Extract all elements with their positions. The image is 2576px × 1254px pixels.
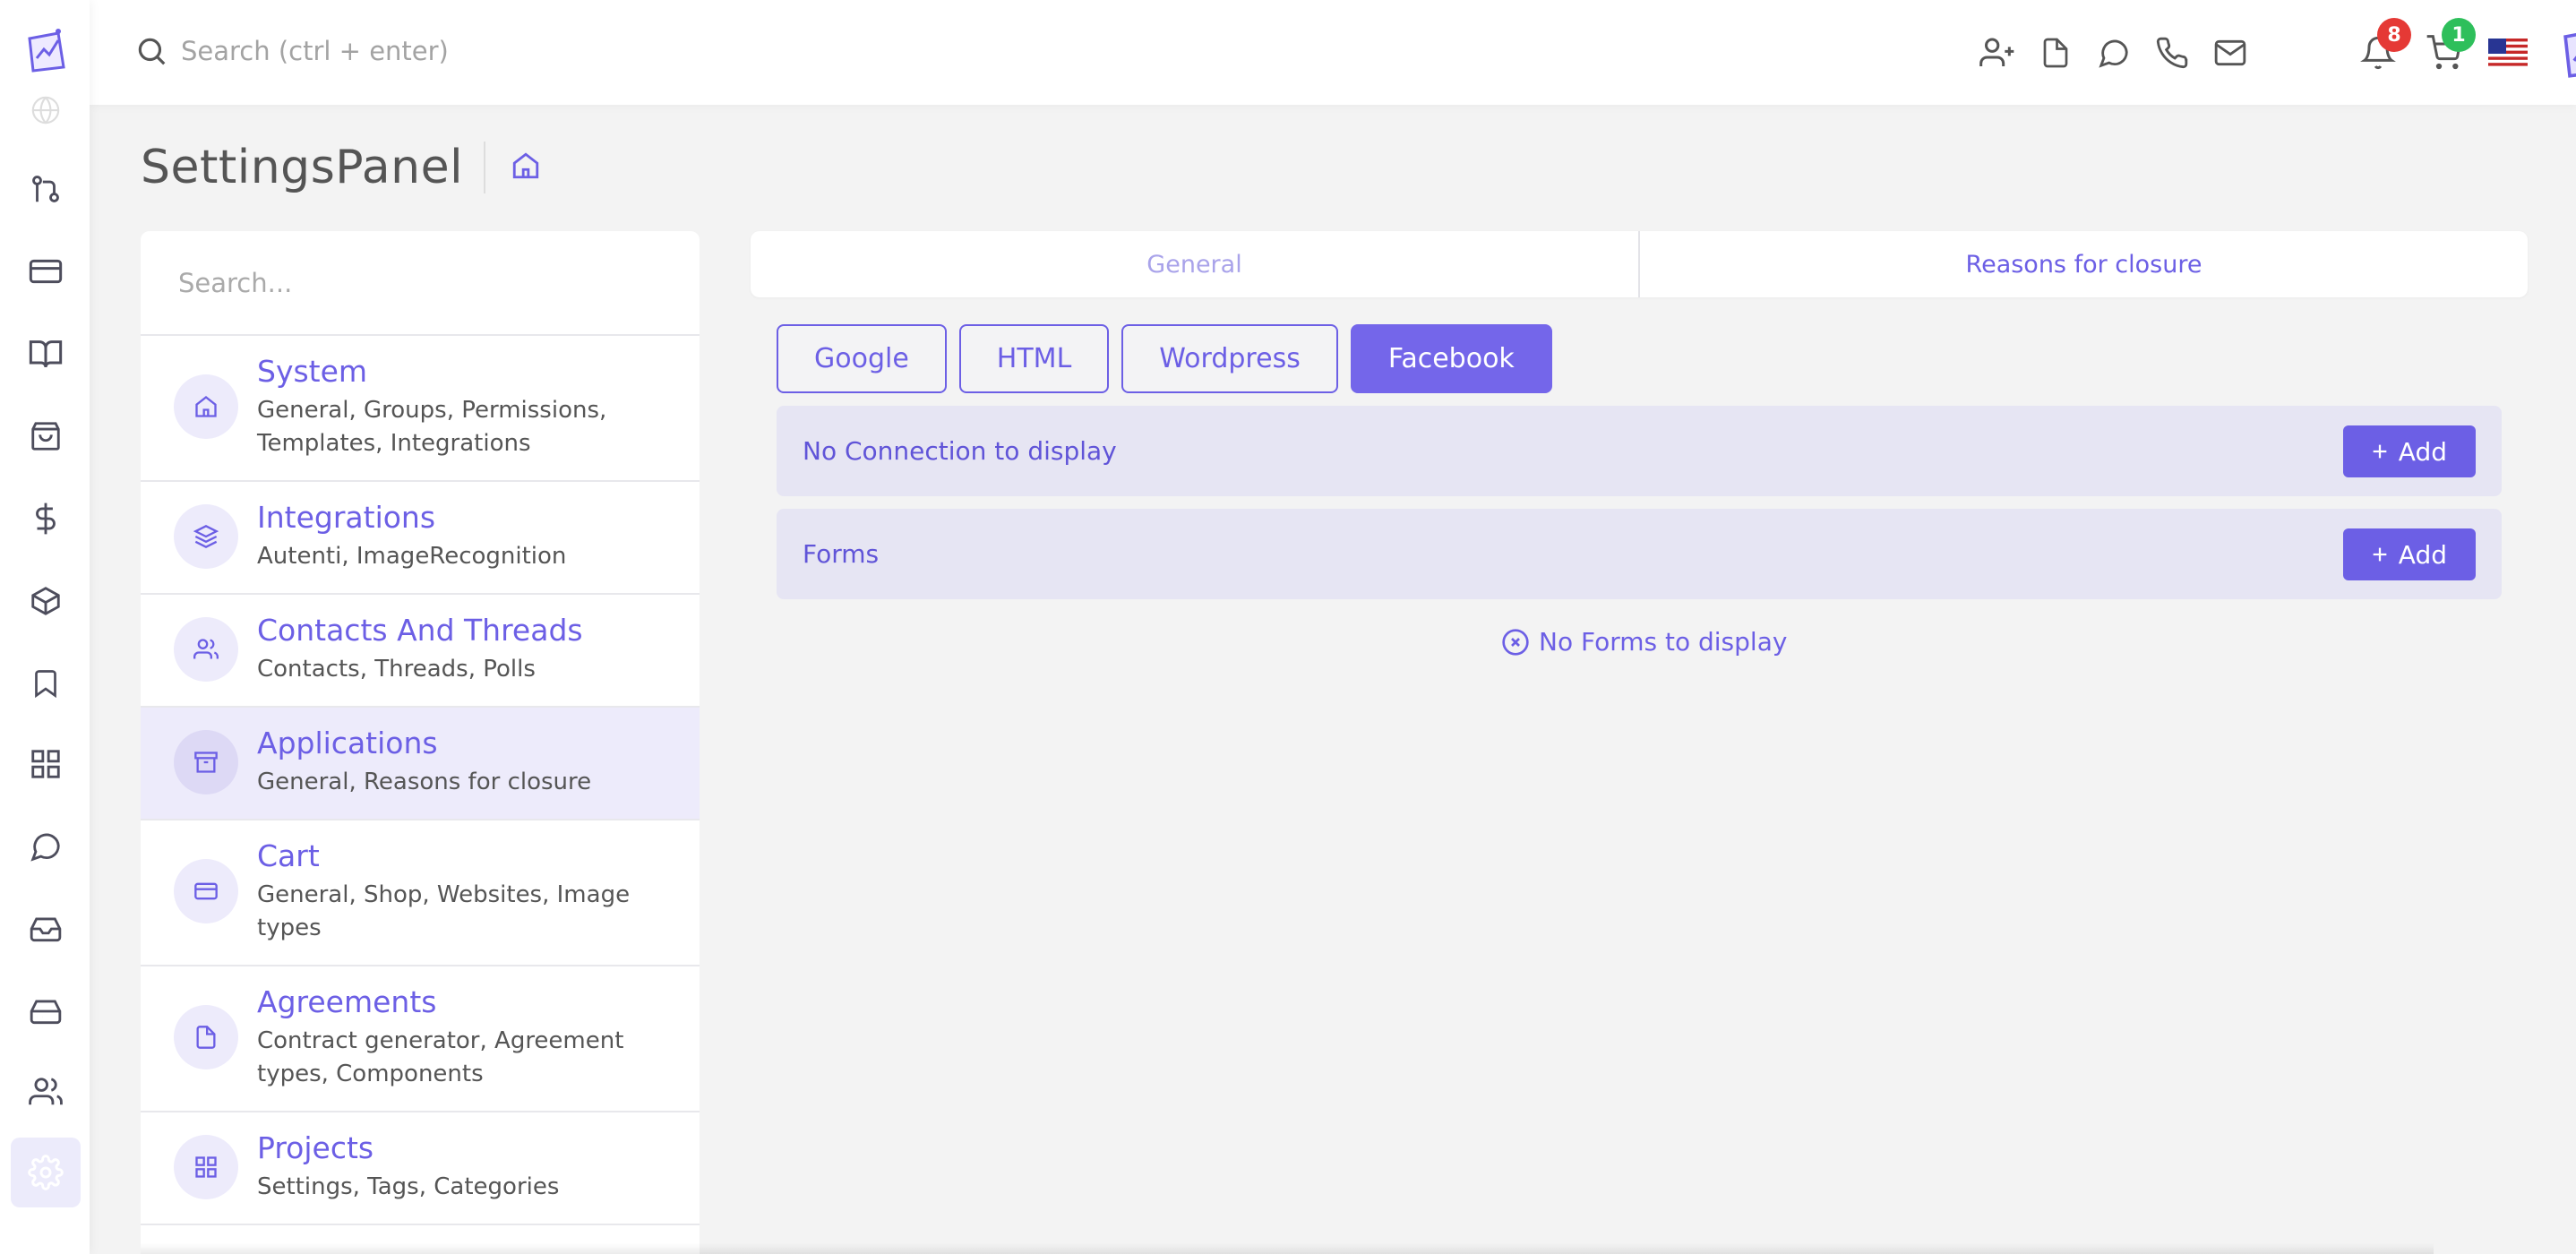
- title-divider: [484, 142, 485, 193]
- sub-tab-html[interactable]: HTML: [959, 324, 1109, 393]
- avatar[interactable]: [2555, 21, 2576, 82]
- file-icon[interactable]: [2035, 32, 2076, 73]
- globe-icon[interactable]: [21, 86, 70, 134]
- menu-item-subtitle: Settings, Tags, Categories: [257, 1171, 682, 1204]
- sub-tab-wordpress[interactable]: Wordpress: [1121, 324, 1338, 393]
- forms-label: Forms: [803, 539, 879, 569]
- global-search-input[interactable]: [181, 36, 718, 66]
- settings-tabs: General Reasons for closure: [751, 231, 2528, 297]
- add-user-icon[interactable]: [1977, 32, 2018, 73]
- menu-item-title: Applications: [257, 726, 682, 760]
- menu-item-agreements[interactable]: Agreements Contract generator, Agreement…: [141, 966, 700, 1112]
- file-icon: [174, 1005, 238, 1069]
- home-icon: [174, 374, 238, 439]
- archive-icon: [174, 730, 238, 794]
- inbox-icon[interactable]: [21, 905, 70, 953]
- cart-badge: 1: [2442, 18, 2476, 52]
- settings-menu-panel: System General, Groups, Permissions, Tem…: [141, 231, 700, 1254]
- global-search[interactable]: [134, 34, 718, 68]
- git-pull-request-icon[interactable]: [21, 165, 70, 213]
- connections-row: No Connection to display Add: [777, 406, 2502, 496]
- menu-item-subtitle: General, Reasons for closure: [257, 766, 682, 799]
- top-bar: 8 1: [90, 0, 2576, 105]
- tab-reasons-for-closure[interactable]: Reasons for closure: [1640, 231, 2528, 297]
- integration-sub-tabs: Google HTML Wordpress Facebook: [777, 324, 1552, 393]
- us-flag-icon[interactable]: [2487, 32, 2529, 73]
- plus-icon: [2370, 545, 2390, 564]
- menu-item-cart[interactable]: Cart General, Shop, Websites, Image type…: [141, 820, 700, 966]
- chat-icon[interactable]: [2093, 32, 2134, 73]
- no-forms-label: No Forms to display: [1539, 627, 1787, 657]
- menu-item-applications[interactable]: Applications General, Reasons for closur…: [141, 708, 700, 820]
- sub-tab-facebook[interactable]: Facebook: [1351, 324, 1552, 393]
- tab-general[interactable]: General: [751, 231, 1640, 297]
- add-connection-label: Add: [2399, 437, 2447, 467]
- settings-icon[interactable]: [11, 1138, 81, 1207]
- menu-item-title: Integrations: [257, 500, 682, 535]
- bottom-shadow: [141, 1243, 2434, 1254]
- box-icon[interactable]: [21, 577, 70, 625]
- menu-item-projects[interactable]: Projects Settings, Tags, Categories: [141, 1112, 700, 1225]
- add-connection-button[interactable]: Add: [2343, 425, 2476, 477]
- add-form-label: Add: [2399, 540, 2447, 570]
- menu-item-subtitle: Autenti, ImageRecognition: [257, 540, 682, 573]
- home-breadcrumb-icon[interactable]: [511, 150, 541, 181]
- forms-row: Forms Add: [777, 509, 2502, 599]
- menu-item-subtitle: General, Shop, Websites, Image types: [257, 879, 682, 945]
- main-sidebar: [0, 0, 90, 1254]
- grid-icon: [174, 1135, 238, 1199]
- menu-item-integrations[interactable]: Integrations Autenti, ImageRecognition: [141, 482, 700, 595]
- menu-item-subtitle: General, Groups, Permissions, Templates,…: [257, 394, 682, 460]
- no-forms-message: No Forms to display: [1501, 627, 1787, 657]
- sub-tab-google[interactable]: Google: [777, 324, 947, 393]
- menu-item-title: System: [257, 354, 682, 389]
- bookmark-icon[interactable]: [21, 659, 70, 708]
- menu-item-title: Projects: [257, 1130, 682, 1165]
- page-title: SettingsPanel: [141, 141, 463, 194]
- menu-item-subtitle: Contract generator, Agreement types, Com…: [257, 1025, 682, 1091]
- x-circle-icon: [1501, 628, 1530, 657]
- notifications-badge: 8: [2377, 18, 2411, 52]
- menu-item-contacts-and-threads[interactable]: Contacts And Threads Contacts, Threads, …: [141, 595, 700, 708]
- no-connection-label: No Connection to display: [803, 436, 1117, 466]
- credit-card-icon[interactable]: [21, 247, 70, 296]
- users-icon: [174, 617, 238, 682]
- settings-search: [141, 231, 700, 336]
- add-form-button[interactable]: Add: [2343, 528, 2476, 580]
- book-open-icon[interactable]: [21, 330, 70, 378]
- phone-icon[interactable]: [2151, 32, 2193, 73]
- search-icon: [134, 34, 168, 68]
- mail-icon[interactable]: [2210, 32, 2251, 73]
- menu-item-title: Cart: [257, 838, 682, 873]
- message-circle-icon[interactable]: [21, 822, 70, 871]
- menu-item-title: Contacts And Threads: [257, 613, 682, 648]
- plus-icon: [2370, 442, 2390, 461]
- menu-item-system[interactable]: System General, Groups, Permissions, Tem…: [141, 336, 700, 482]
- layers-icon: [174, 504, 238, 569]
- settings-search-input[interactable]: [178, 268, 644, 298]
- menu-item-subtitle: Contacts, Threads, Polls: [257, 653, 682, 686]
- dollar-icon[interactable]: [21, 494, 70, 543]
- users-icon[interactable]: [21, 1068, 70, 1116]
- shopping-bag-icon[interactable]: [21, 412, 70, 460]
- credit-card-icon: [174, 859, 238, 923]
- grid-icon[interactable]: [21, 740, 70, 788]
- app-logo[interactable]: [21, 27, 70, 75]
- hard-drive-icon[interactable]: [21, 987, 70, 1035]
- menu-item-title: Agreements: [257, 984, 682, 1019]
